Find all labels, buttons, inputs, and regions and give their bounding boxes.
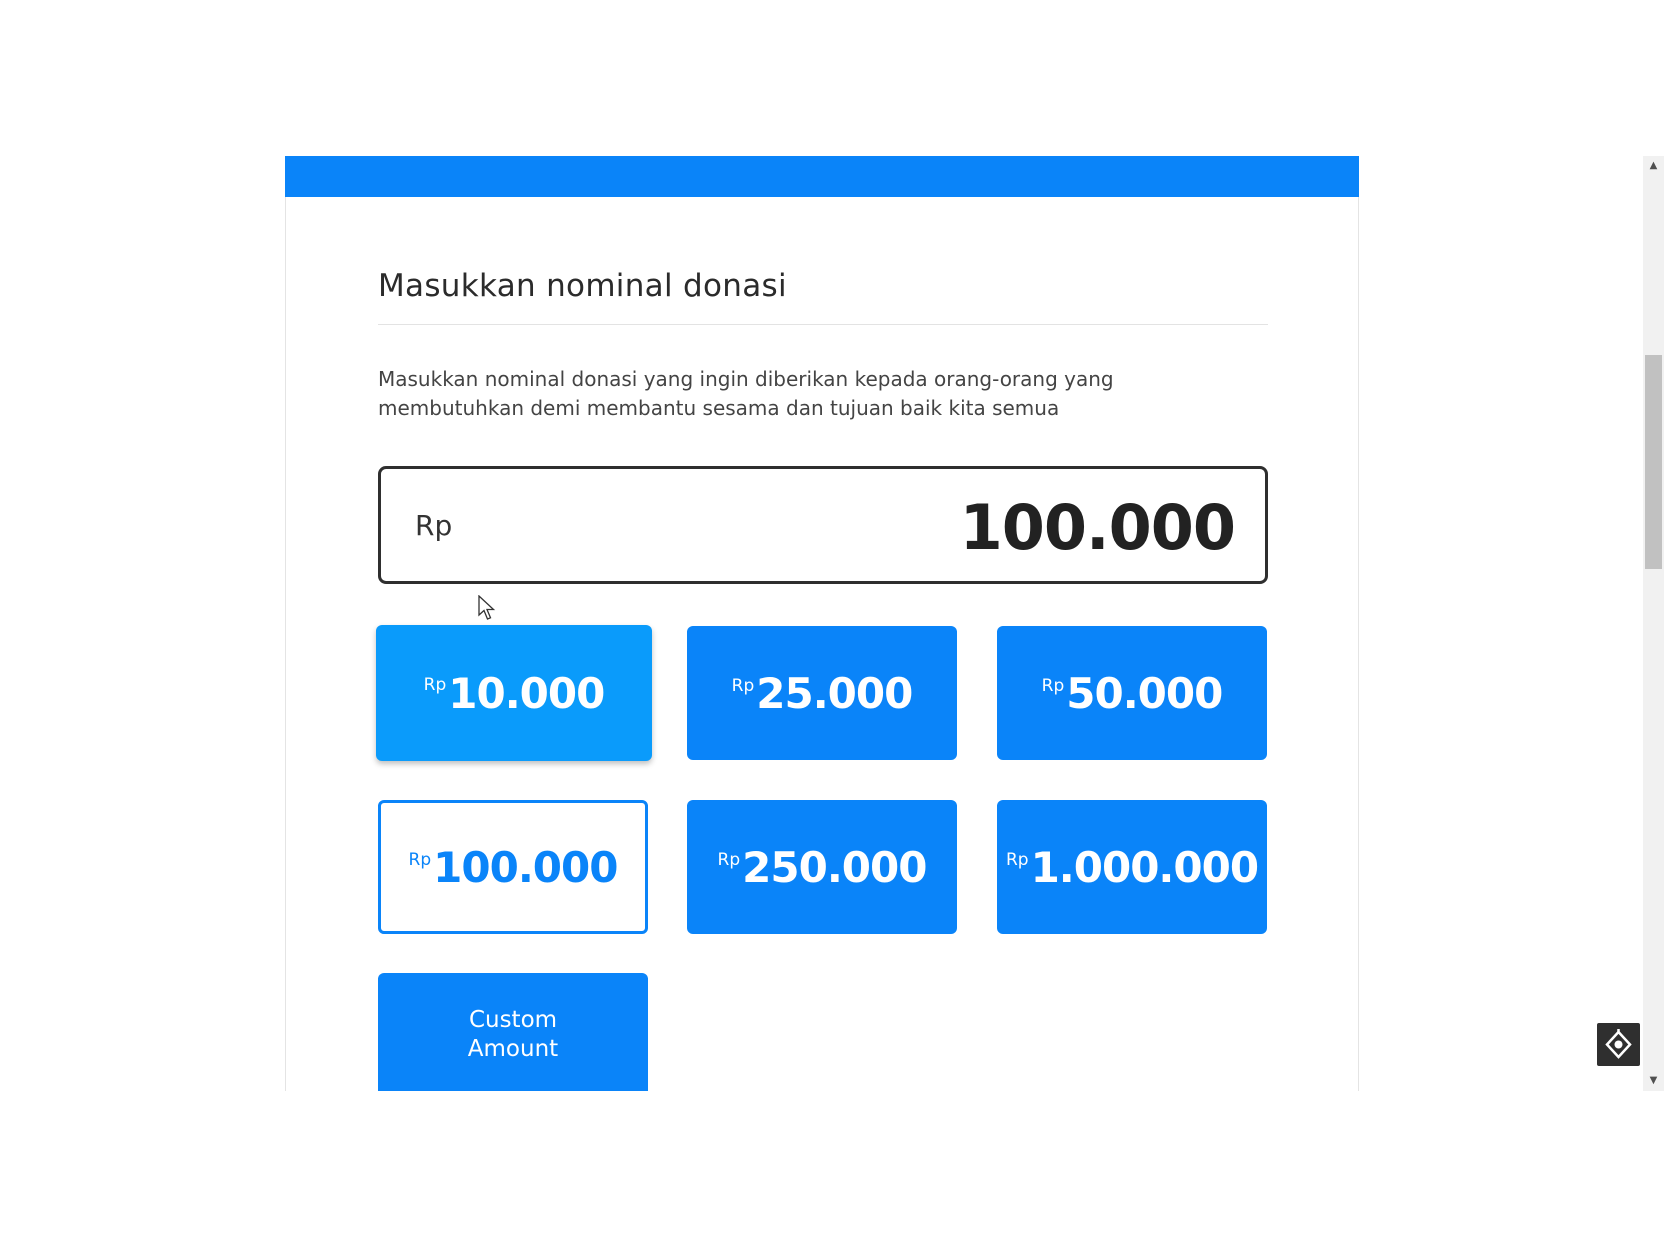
mouse-cursor-icon (478, 595, 496, 620)
preset-currency: Rp (408, 850, 432, 870)
section-title: Masukkan nominal donasi (378, 268, 787, 304)
preset-amount-button[interactable]: Rp 10.000 (376, 625, 652, 761)
vertical-scrollbar[interactable]: ▲ ▼ (1643, 156, 1664, 1091)
preset-currency: Rp (423, 675, 447, 695)
preset-amount-button-selected[interactable]: Rp 100.000 (378, 800, 648, 934)
preset-amount: 10.000 (448, 668, 605, 718)
scroll-down-icon[interactable]: ▼ (1643, 1071, 1664, 1091)
preset-amount: 100.000 (433, 842, 618, 892)
preset-currency: Rp (1041, 676, 1065, 696)
page-viewport: Masukkan nominal donasi Masukkan nominal… (0, 156, 1664, 1091)
custom-amount-button[interactable]: Custom Amount (378, 973, 648, 1091)
preset-amount-button[interactable]: Rp 25.000 (687, 626, 957, 760)
preset-amount: 1.000.000 (1030, 842, 1259, 892)
donation-card: Masukkan nominal donasi Masukkan nominal… (285, 156, 1359, 1091)
preset-currency: Rp (731, 676, 755, 696)
scroll-up-icon[interactable]: ▲ (1643, 156, 1664, 176)
donation-amount-input[interactable]: Rp 100.000 (378, 466, 1268, 584)
amount-value[interactable]: 100.000 (960, 491, 1236, 564)
divider (378, 324, 1268, 325)
amount-currency-label: Rp (415, 509, 453, 542)
preset-amount: 250.000 (742, 842, 927, 892)
preset-amount-button[interactable]: Rp 1.000.000 (997, 800, 1267, 934)
section-description: Masukkan nominal donasi yang ingin diber… (378, 367, 1114, 420)
preset-currency: Rp (717, 850, 741, 870)
preset-amount-button[interactable]: Rp 50.000 (997, 626, 1267, 760)
preset-currency: Rp (1005, 850, 1029, 870)
custom-amount-label-line2: Amount (467, 1036, 559, 1062)
card-header-bar (285, 156, 1359, 197)
scrollbar-thumb[interactable] (1645, 355, 1662, 569)
custom-amount-label-line1: Custom (468, 1007, 558, 1033)
preset-amount: 25.000 (756, 668, 913, 718)
preset-amount-button[interactable]: Rp 250.000 (687, 800, 957, 934)
preset-amount: 50.000 (1066, 668, 1223, 718)
widget-icon[interactable] (1597, 1023, 1640, 1066)
